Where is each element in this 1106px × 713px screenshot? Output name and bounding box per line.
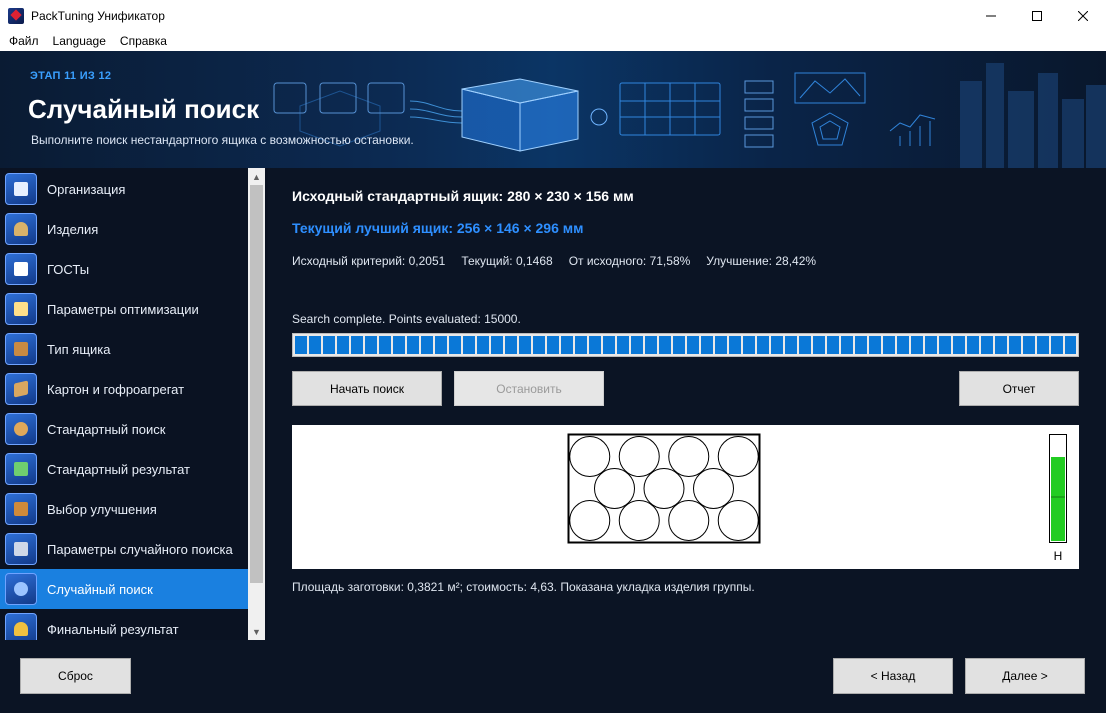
scroll-down-icon[interactable]: ▼ — [248, 623, 265, 640]
sidebar-item-optimization-params[interactable]: Параметры оптимизации — [0, 289, 248, 329]
menu-language[interactable]: Language — [46, 31, 113, 51]
search-status: Search complete. Points evaluated: 15000… — [292, 312, 521, 326]
product-circle — [717, 436, 759, 477]
improvement-percent: Улучшение: 28,42% — [706, 254, 817, 268]
minimize-button[interactable] — [968, 0, 1014, 31]
title-bar: PackTuning Унификатор — [0, 0, 1106, 31]
sidebar-item-random-search[interactable]: Случайный поиск — [0, 569, 248, 609]
standard-result-icon — [5, 453, 37, 485]
menu-file[interactable]: Файл — [2, 31, 46, 51]
sidebar-item-label: Выбор улучшения — [47, 501, 157, 517]
scroll-up-icon[interactable]: ▲ — [248, 168, 265, 185]
sidebar-item-improvement-choice[interactable]: Выбор улучшения — [0, 489, 248, 529]
product-circle — [668, 500, 710, 541]
sidebar-scrollbar[interactable]: ▲ ▼ — [248, 168, 265, 640]
blank-info: Площадь заготовки: 0,3821 м²; стоимость:… — [292, 580, 755, 594]
close-icon — [1078, 10, 1088, 21]
sidebar-item-label: Картон и гофроагрегат — [47, 381, 185, 397]
step-list: Организация Изделия ГОСТы Параметры опти… — [0, 168, 248, 640]
search-progress-bar — [292, 333, 1079, 357]
product-circle — [594, 468, 635, 509]
gost-icon — [5, 253, 37, 285]
sidebar-item-standard-search[interactable]: Стандартный поиск — [0, 409, 248, 449]
minimize-icon — [986, 15, 996, 16]
sidebar-item-label: Параметры случайного поиска — [47, 541, 233, 557]
scroll-thumb[interactable] — [250, 185, 263, 583]
sidebar-item-gost[interactable]: ГОСТы — [0, 249, 248, 289]
sidebar-item-products[interactable]: Изделия — [0, 209, 248, 249]
product-circle — [643, 468, 685, 509]
sidebar-item-label: Стандартный поиск — [47, 421, 166, 437]
optimization-params-icon — [5, 293, 37, 325]
menu-help[interactable]: Справка — [113, 31, 174, 51]
criteria-row: Исходный критерий: 0,2051 Текущий: 0,146… — [292, 254, 816, 268]
product-circle — [569, 436, 611, 477]
products-icon — [5, 213, 37, 245]
improvement-choice-icon — [5, 493, 37, 525]
report-button[interactable]: Отчет — [959, 371, 1079, 406]
sidebar: Организация Изделия ГОСТы Параметры опти… — [0, 168, 268, 640]
step-indicator: ЭТАП 11 ИЗ 12 — [30, 70, 112, 82]
page-subtitle: Выполните поиск нестандартного ящика с в… — [31, 133, 414, 147]
sidebar-item-label: Финальный результат — [47, 621, 179, 637]
sidebar-item-final-result[interactable]: Финальный результат — [0, 609, 248, 640]
organization-icon — [5, 173, 37, 205]
from-original-percent: От исходного: 71,58% — [568, 254, 691, 268]
best-box-label: Текущий лучший ящик: 256 × 146 × 296 мм — [292, 220, 584, 236]
original-box-label: Исходный стандартный ящик: 280 × 230 × 1… — [292, 188, 634, 204]
header-banner: ЭТАП 11 ИЗ 12 Случайный поиск Выполните … — [0, 51, 1106, 168]
fill-gauge-label: Н — [1054, 549, 1063, 563]
product-circle — [569, 500, 611, 541]
sidebar-item-label: Организация — [47, 181, 126, 197]
stop-search-button[interactable]: Остановить — [454, 371, 604, 406]
reset-button[interactable]: Сброс — [20, 658, 131, 694]
maximize-button[interactable] — [1014, 0, 1060, 31]
sidebar-item-standard-result[interactable]: Стандартный результат — [0, 449, 248, 489]
sidebar-item-label: Параметры оптимизации — [47, 301, 199, 317]
final-result-icon — [5, 613, 37, 640]
product-circle — [618, 500, 660, 541]
start-search-button[interactable]: Начать поиск — [292, 371, 442, 406]
progress-fill — [295, 336, 1076, 354]
next-button[interactable]: Далее > — [965, 658, 1085, 694]
product-circle — [618, 436, 660, 477]
sidebar-item-box-type[interactable]: Тип ящика — [0, 329, 248, 369]
sidebar-item-organization[interactable]: Организация — [0, 169, 248, 209]
packing-preview: Н — [292, 425, 1079, 569]
main-panel: Исходный стандартный ящик: 280 × 230 × 1… — [268, 168, 1106, 640]
sidebar-item-label: ГОСТы — [47, 261, 90, 277]
sidebar-item-random-search-params[interactable]: Параметры случайного поиска — [0, 529, 248, 569]
box-type-icon — [5, 333, 37, 365]
sidebar-item-label: Тип ящика — [47, 341, 111, 357]
random-search-icon — [5, 573, 37, 605]
app-icon — [8, 7, 24, 24]
menu-bar: Файл Language Справка — [0, 31, 1106, 51]
maximize-icon — [1032, 10, 1042, 21]
random-search-params-icon — [5, 533, 37, 565]
packing-layout-drawing: Н — [567, 433, 1067, 563]
sidebar-item-cardboard[interactable]: Картон и гофроагрегат — [0, 369, 248, 409]
product-circle — [693, 468, 734, 509]
fill-gauge-level — [1051, 457, 1065, 541]
page-title: Случайный поиск — [28, 94, 260, 124]
standard-search-icon — [5, 413, 37, 445]
product-circle — [717, 500, 759, 541]
back-button[interactable]: < Назад — [833, 658, 953, 694]
sidebar-item-label: Случайный поиск — [47, 581, 153, 597]
product-circle — [668, 436, 710, 477]
footer: Сброс < Назад Далее > — [0, 640, 1106, 713]
window-title: PackTuning Унификатор — [31, 8, 165, 23]
sidebar-item-label: Стандартный результат — [47, 461, 190, 477]
close-button[interactable] — [1060, 0, 1106, 31]
sidebar-item-label: Изделия — [47, 221, 99, 237]
original-criterion: Исходный критерий: 0,2051 — [292, 254, 446, 268]
current-criterion: Текущий: 0,1468 — [461, 254, 553, 268]
cardboard-icon — [5, 373, 37, 405]
